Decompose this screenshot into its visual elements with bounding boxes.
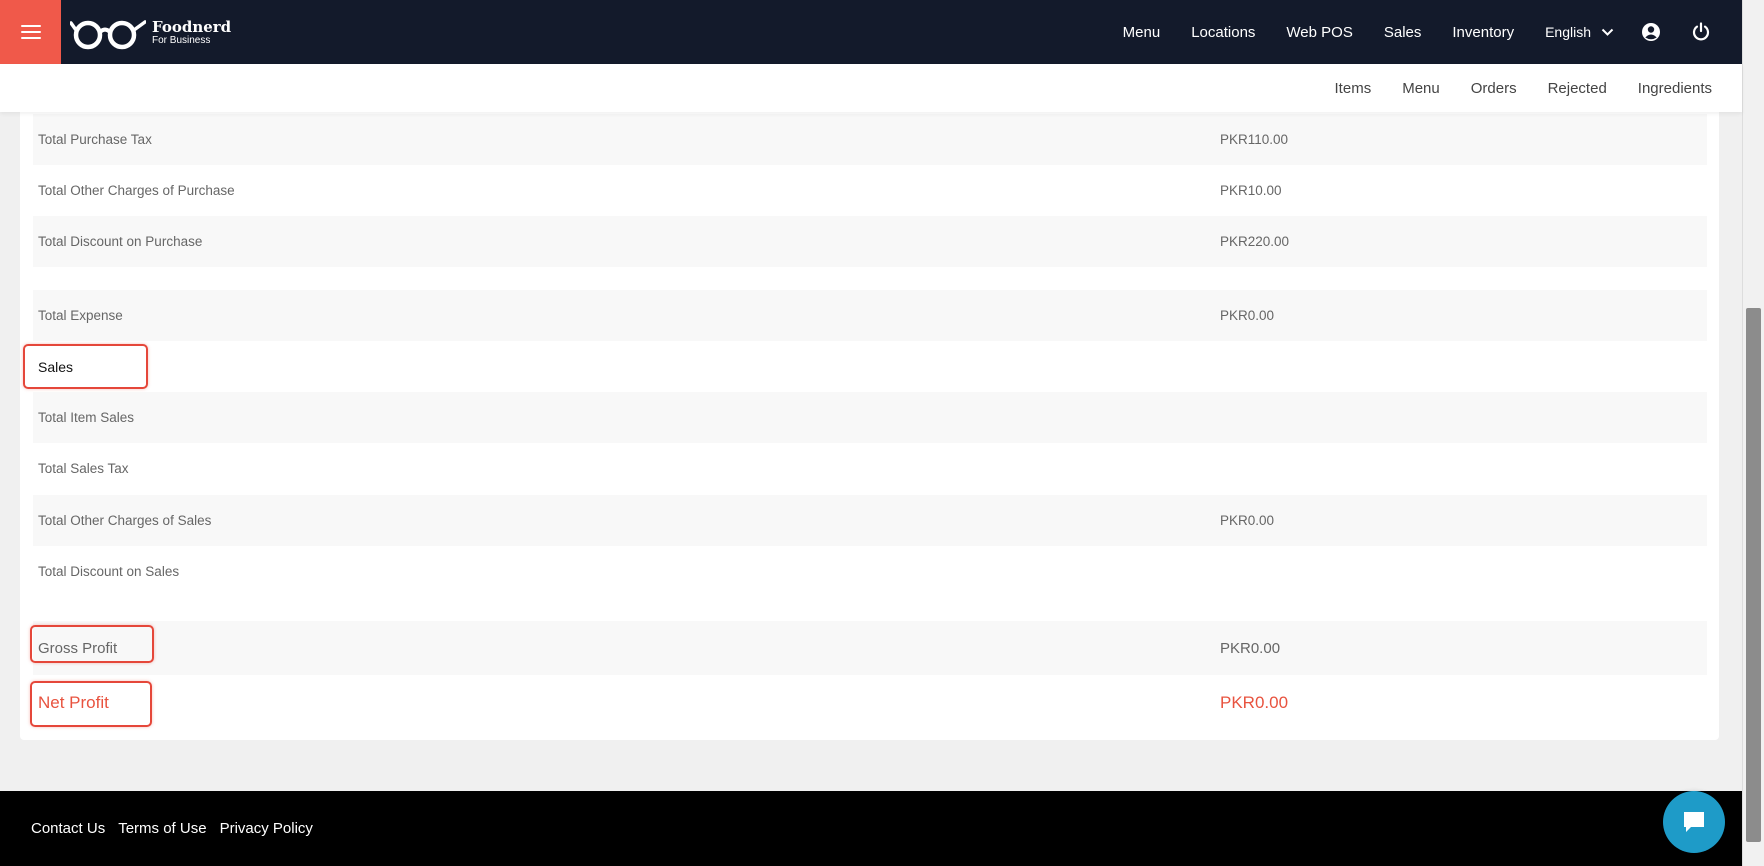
brand-logo[interactable]: Foodnerd For Business (70, 15, 231, 51)
row-value: PKR0.00 (1220, 693, 1289, 712)
report-row-sales-tax: Total Sales Tax (33, 443, 1707, 494)
report-row-discount-purchase: Total Discount on Purchase PKR220.00 (33, 216, 1707, 267)
subnav-ingredients[interactable]: Ingredients (1638, 80, 1712, 97)
row-value: PKR0.00 (1220, 639, 1281, 657)
chat-widget-button[interactable] (1663, 791, 1725, 853)
row-label: Total Purchase Tax (38, 132, 152, 147)
row-label: Total Discount on Purchase (38, 234, 203, 249)
top-navbar: Foodnerd For Business Menu Locations Web… (0, 0, 1742, 64)
subnav-items[interactable]: Items (1335, 80, 1372, 97)
row-value: PKR110.00 (1220, 132, 1289, 147)
nav-web-pos[interactable]: Web POS (1286, 24, 1352, 41)
subnav-rejected[interactable]: Rejected (1548, 80, 1607, 97)
nav-menu[interactable]: Menu (1123, 24, 1161, 41)
report-row-net-profit: Net Profit PKR0.00 (33, 675, 1707, 731)
user-circle-icon (1642, 23, 1660, 41)
nav-sales[interactable]: Sales (1384, 24, 1422, 41)
chat-bubble-icon (1684, 812, 1704, 832)
highlight-gross-profit (30, 625, 154, 663)
row-label: Total Expense (38, 308, 123, 323)
page-scrollbar[interactable] (1742, 0, 1764, 866)
row-label: Total Sales Tax (38, 461, 129, 476)
report-row-other-charges-purchase: Total Other Charges of Purchase PKR10.00 (33, 165, 1707, 216)
report-row-discount-sales: Total Discount on Sales (33, 546, 1707, 597)
report-row-purchase-tax: Total Purchase Tax PKR110.00 (33, 114, 1707, 165)
brand-subtitle: For Business (152, 35, 211, 46)
row-value: PKR0.00 (1220, 513, 1275, 528)
row-label: Total Item Sales (38, 410, 135, 425)
report-row-item-sales: Total Item Sales (33, 392, 1707, 443)
inventory-subnav: Items Menu Orders Rejected Ingredients (0, 64, 1742, 112)
footer-terms-of-use[interactable]: Terms of Use (118, 820, 206, 837)
row-label: Total Other Charges of Sales (38, 513, 212, 528)
chevron-down-icon (1601, 28, 1614, 36)
language-selector[interactable]: English (1545, 24, 1614, 40)
power-icon (1692, 22, 1710, 41)
highlight-net-profit (30, 681, 152, 727)
row-label: Total Other Charges of Purchase (38, 183, 235, 198)
account-button[interactable] (1640, 21, 1662, 43)
row-value: PKR220.00 (1220, 234, 1290, 249)
nav-inventory[interactable]: Inventory (1452, 24, 1514, 41)
nav-locations[interactable]: Locations (1191, 24, 1255, 41)
highlight-sales (23, 344, 148, 389)
report-row-gross-profit: Gross Profit PKR0.00 (33, 621, 1707, 675)
main-nav: Menu Locations Web POS Sales Inventory E… (1123, 0, 1742, 64)
subnav-menu[interactable]: Menu (1402, 80, 1440, 97)
glasses-icon (70, 20, 146, 50)
logout-button[interactable] (1690, 21, 1712, 43)
row-label: Total Discount on Sales (38, 564, 180, 579)
hamburger-icon (20, 25, 41, 39)
profit-report-card: Total Purchase Tax PKR110.00 Total Other… (20, 112, 1719, 740)
report-row-total-expense: Total Expense PKR0.00 (33, 290, 1707, 341)
row-value: PKR0.00 (1220, 308, 1275, 323)
footer-contact-us[interactable]: Contact Us (31, 820, 105, 837)
menu-toggle-button[interactable] (0, 0, 61, 64)
language-label: English (1545, 24, 1591, 40)
subnav-orders[interactable]: Orders (1471, 80, 1517, 97)
footer-privacy-policy[interactable]: Privacy Policy (220, 820, 313, 837)
page-footer: Contact Us Terms of Use Privacy Policy (0, 791, 1742, 866)
report-row-other-charges-sales: Total Other Charges of Sales PKR0.00 (33, 495, 1707, 546)
brand-name: Foodnerd (152, 18, 232, 36)
report-section-sales: Sales (33, 341, 1707, 392)
scrollbar-thumb[interactable] (1746, 308, 1761, 842)
row-value: PKR10.00 (1220, 183, 1282, 198)
